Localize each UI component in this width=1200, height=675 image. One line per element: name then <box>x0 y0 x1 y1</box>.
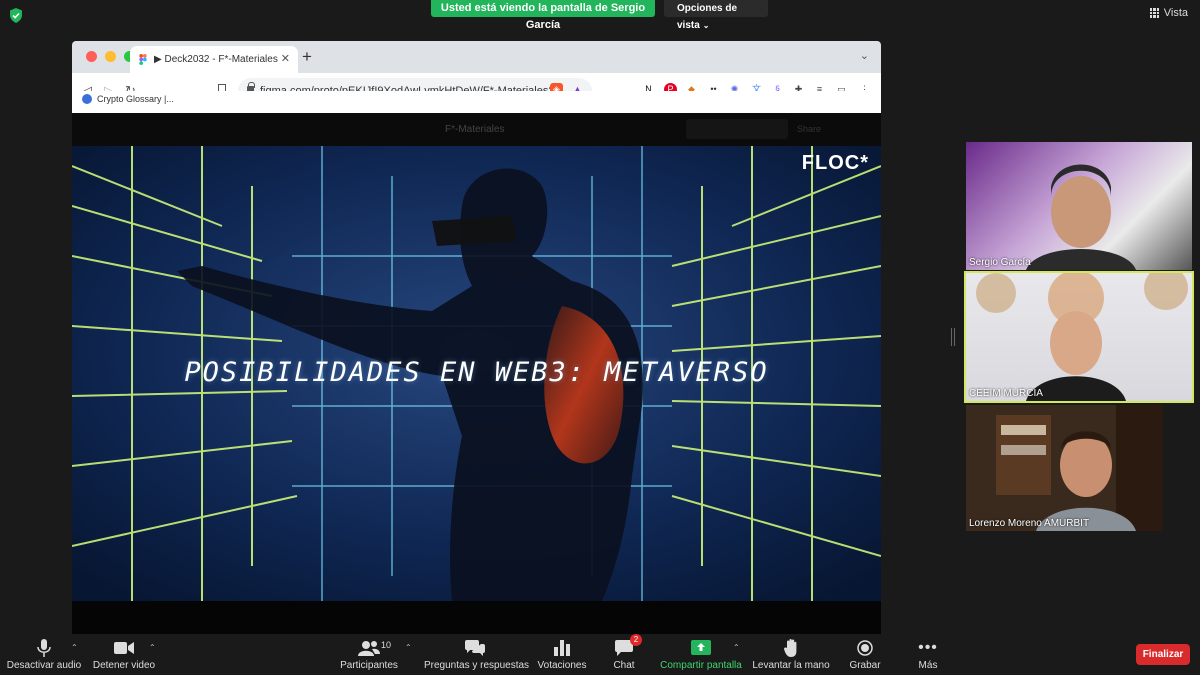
polls-label: Votaciones <box>537 660 587 671</box>
view-options-button[interactable]: Opciones de vista ⌄ <box>664 0 768 31</box>
microphone-icon <box>37 638 51 657</box>
record-button[interactable]: Grabar <box>844 638 886 671</box>
meeting-controls: Desactivar audio ⌃ Detener video ⌃ 10 Pa… <box>0 634 1200 675</box>
more-dots-icon: ••• <box>918 638 938 656</box>
participant-name: CEEIM MURCIA <box>969 388 1043 399</box>
participant-name: Sergio García <box>969 257 1031 268</box>
panel-resize-handle[interactable] <box>951 328 955 346</box>
end-meeting-button[interactable]: Finalizar <box>1136 644 1190 665</box>
security-shield-icon[interactable] <box>9 8 23 23</box>
participant-video-tile[interactable]: Lorenzo Moreno AMURBIT <box>966 405 1163 531</box>
tab-title: ▶ Deck2032 - F*-Materiales <box>154 54 278 65</box>
share-screen-icon <box>691 640 711 655</box>
video-options-caret-icon[interactable]: ⌃ <box>149 643 156 652</box>
participants-label: Participantes <box>340 660 398 671</box>
shared-screen-browser: ▶ Deck2032 - F*-Materiales ✕ + ⌄ ◁ ▷ ↻ f… <box>72 41 881 634</box>
new-tab-icon[interactable]: + <box>302 47 312 67</box>
presentation-slide: FLOC* POSIBILIDADES EN WEB3: METAVERSO <box>72 146 881 601</box>
more-button[interactable]: ••• Más <box>912 638 944 672</box>
view-button[interactable]: Vista <box>1149 7 1188 19</box>
polls-chart-icon <box>554 639 570 656</box>
figma-icon <box>139 54 147 65</box>
floc-logo: FLOC* <box>801 152 869 174</box>
participants-button[interactable]: 10 Participantes <box>336 638 402 671</box>
tab-search-icon[interactable]: ⌄ <box>860 49 869 62</box>
figma-prototype-bar: F*-Materiales Share <box>72 113 881 146</box>
participants-options-caret-icon[interactable]: ⌃ <box>405 643 412 652</box>
audio-options-caret-icon[interactable]: ⌃ <box>71 643 78 652</box>
raise-hand-icon <box>784 638 797 657</box>
screen-share-banner: Usted está viendo la pantalla de Sergio … <box>431 0 655 31</box>
participant-video-tile-active[interactable]: CEEIM MURCIA <box>964 271 1194 403</box>
polls-button[interactable]: Votaciones <box>534 638 590 671</box>
bookmark-label: Crypto Glossary |... <box>97 94 174 104</box>
figma-file-title: F*-Materiales <box>445 124 505 135</box>
stop-video-button[interactable]: Detener video <box>90 638 158 671</box>
share-options-caret-icon[interactable]: ⌃ <box>733 643 740 652</box>
figma-share-button[interactable]: Share <box>797 119 835 139</box>
slide-title: POSIBILIDADES EN WEB3: METAVERSO <box>184 357 769 388</box>
participants-count: 10 <box>381 640 392 650</box>
close-window-button[interactable] <box>86 51 97 62</box>
browser-tab-bar: ▶ Deck2032 - F*-Materiales ✕ + ⌄ <box>72 41 881 73</box>
figma-options-button[interactable] <box>686 119 788 139</box>
raise-hand-button[interactable]: Levantar la mano <box>750 638 832 671</box>
qa-bubbles-icon <box>465 639 485 656</box>
stop-video-label: Detener video <box>92 660 156 671</box>
window-controls <box>86 51 135 62</box>
close-tab-icon[interactable]: ✕ <box>281 46 290 73</box>
qa-button[interactable]: Preguntas y respuestas <box>424 638 530 671</box>
record-label: Grabar <box>849 660 881 671</box>
figma-footer-bar <box>72 601 881 634</box>
chat-badge: 2 <box>630 634 642 646</box>
view-label: Vista <box>1163 7 1188 19</box>
raise-hand-label: Levantar la mano <box>752 660 830 671</box>
browser-tab[interactable]: ▶ Deck2032 - F*-Materiales ✕ <box>130 46 298 73</box>
record-icon <box>857 639 873 656</box>
participants-icon <box>358 640 380 656</box>
participant-name: Lorenzo Moreno AMURBIT <box>969 518 1090 529</box>
more-label: Más <box>918 660 938 671</box>
chat-label: Chat <box>613 660 635 671</box>
minimize-window-button[interactable] <box>105 51 116 62</box>
share-screen-label: Compartir pantalla <box>660 660 742 671</box>
participant-video-tile[interactable]: Sergio García <box>966 142 1192 270</box>
grid-icon <box>1149 8 1160 18</box>
participant-video-image <box>996 405 1163 531</box>
participant-video-image <box>976 273 1188 401</box>
video-camera-icon <box>114 641 134 654</box>
chat-button[interactable]: 2 Chat <box>604 634 644 671</box>
bookmarks-bar: Crypto Glossary |... <box>72 91 881 113</box>
mute-audio-label: Desactivar audio <box>6 660 82 671</box>
bookmark-favicon-icon <box>82 94 92 104</box>
bookmark-crypto-glossary[interactable]: Crypto Glossary |... <box>82 94 174 104</box>
qa-label: Preguntas y respuestas <box>424 660 530 671</box>
chevron-down-icon: ⌄ <box>702 21 710 30</box>
participant-video-image <box>1026 164 1136 270</box>
